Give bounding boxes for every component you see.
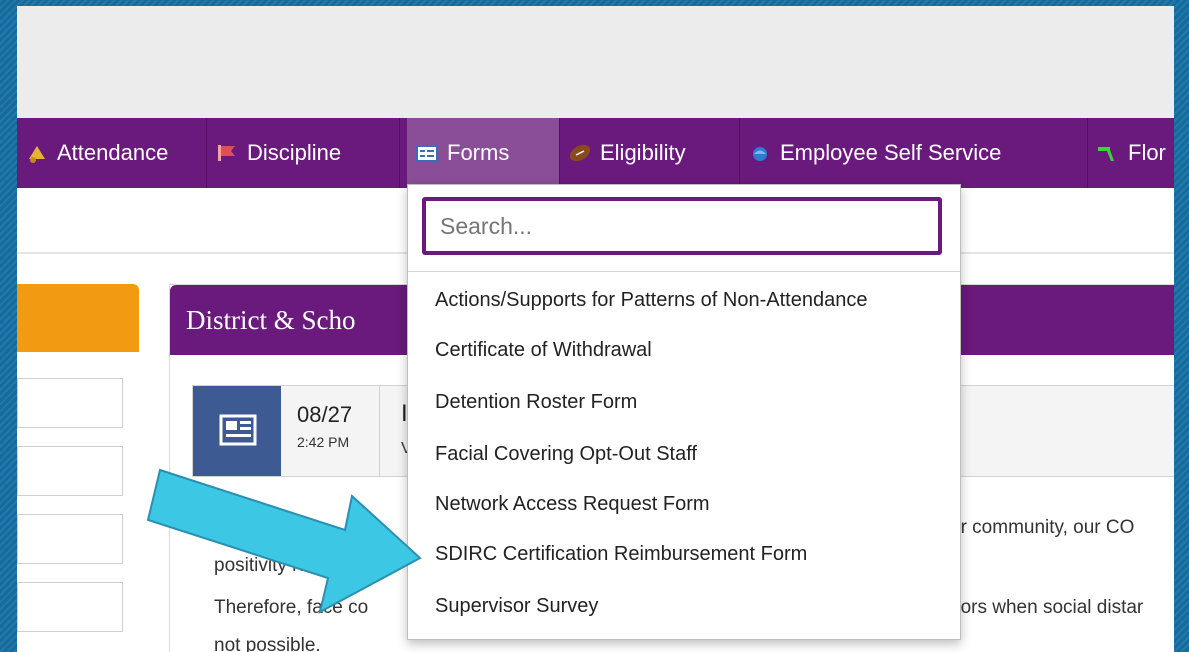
- news-time: 2:42 PM: [297, 434, 350, 450]
- nav-label: Employee Self Service: [780, 140, 1002, 165]
- nav-label: Flor: [1128, 140, 1166, 165]
- news-body-text: ur community, our CO: [950, 517, 1135, 538]
- menu-item-network-access[interactable]: Network Access Request Form: [435, 493, 710, 516]
- left-panel-row[interactable]: [17, 378, 123, 428]
- newspaper-icon: [193, 386, 281, 476]
- news-date: 08/27: [297, 402, 353, 427]
- football-icon: [568, 143, 592, 163]
- left-panel-row[interactable]: [17, 582, 123, 632]
- nav-label: Forms: [447, 140, 510, 165]
- florida-icon: [1096, 143, 1120, 163]
- globe-icon: [748, 143, 772, 163]
- nav-employee-self-service[interactable]: Employee Self Service: [740, 118, 1088, 188]
- left-panel-row[interactable]: [17, 446, 123, 496]
- left-panel-header: [17, 284, 139, 352]
- menu-item-sdirc-certification[interactable]: SDIRC Certification Reimbursement Form: [435, 543, 807, 566]
- forms-dropdown-menu: Actions/Supports for Patterns of Non-Att…: [407, 184, 961, 640]
- divider: [408, 271, 960, 272]
- nav-discipline[interactable]: Discipline: [207, 118, 400, 188]
- form-icon: [415, 143, 439, 163]
- menu-item-actions-supports[interactable]: Actions/Supports for Patterns of Non-Att…: [435, 289, 867, 312]
- divider: [379, 386, 380, 476]
- news-body-text: oors when social distar: [950, 597, 1144, 618]
- nav-florida[interactable]: Flor: [1088, 118, 1174, 188]
- nav-forms[interactable]: Forms: [407, 118, 560, 188]
- nav-attendance[interactable]: Attendance: [17, 118, 207, 188]
- nav-eligibility[interactable]: Eligibility: [560, 118, 740, 188]
- menu-item-facial-covering[interactable]: Facial Covering Opt-Out Staff: [435, 443, 697, 466]
- left-panel-row[interactable]: [17, 514, 123, 564]
- nav-label: Discipline: [247, 140, 342, 165]
- news-body-text: Therefore, face co: [214, 597, 369, 618]
- menu-item-supervisor-survey[interactable]: Supervisor Survey: [435, 595, 598, 618]
- news-panel-title: District & Scho: [186, 305, 356, 335]
- menu-item-detention-roster[interactable]: Detention Roster Form: [435, 391, 637, 414]
- browser-screenshot: Attendance Discipline Forms Eligibility …: [17, 6, 1174, 652]
- nav-label: Eligibility: [600, 140, 686, 165]
- bell-icon: [25, 143, 49, 163]
- nav-label: Attendance: [57, 140, 169, 165]
- forms-search-input[interactable]: [422, 197, 942, 255]
- flag-icon: [215, 143, 239, 163]
- main-nav: Attendance Discipline Forms Eligibility …: [17, 118, 1174, 188]
- menu-item-certificate-of-withdrawal[interactable]: Certificate of Withdrawal: [435, 339, 652, 362]
- news-body-text: not possible.: [214, 635, 321, 652]
- header-bar: [17, 6, 1174, 118]
- news-body-text: positivity rate: [214, 555, 325, 576]
